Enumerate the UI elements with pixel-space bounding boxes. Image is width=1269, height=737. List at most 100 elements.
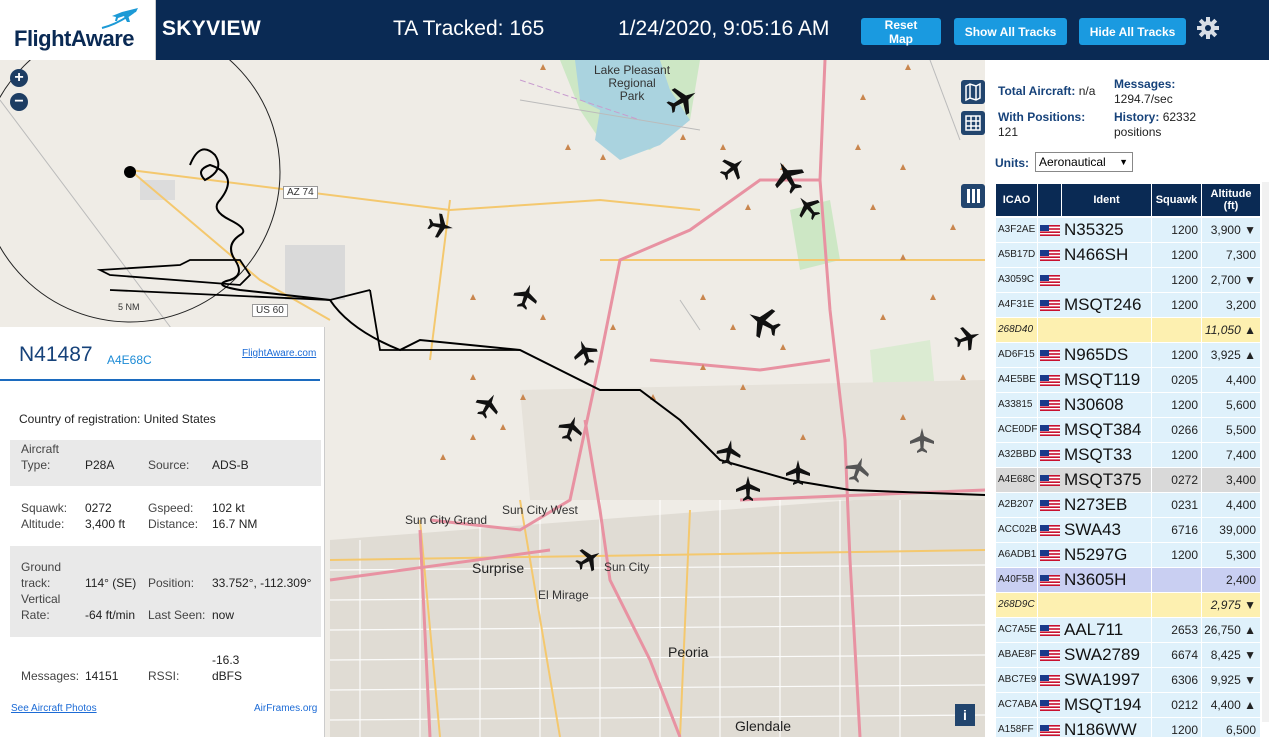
table-row[interactable]: A2B207 N273EB 0231 4,400 xyxy=(996,493,1261,518)
aircraft-marker[interactable] xyxy=(426,211,455,240)
aircraft-marker[interactable] xyxy=(715,151,750,186)
logo-text: FlightAware xyxy=(14,26,135,51)
col-squawk[interactable]: Squawk xyxy=(1152,184,1202,216)
table-row[interactable]: A6ADB1 N5297G 1200 5,300 xyxy=(996,543,1261,568)
zoom-out-button[interactable]: − xyxy=(10,93,28,111)
table-scrollbar[interactable] xyxy=(1262,182,1269,722)
aircraft-marker[interactable] xyxy=(910,428,934,453)
cell-altitude: 5,300 xyxy=(1202,543,1261,567)
aircraft-marker[interactable] xyxy=(571,542,606,576)
table-row[interactable]: A32BBD MSQT33 1200 7,400 xyxy=(996,443,1261,468)
table-row[interactable]: A40F5B N3605H 2,400 xyxy=(996,568,1261,593)
cell-ident: N5297G xyxy=(1038,543,1152,567)
cell-ident: MSQT375 xyxy=(1038,468,1152,492)
cell-ident: N965DS xyxy=(1038,343,1152,367)
total-aircraft-label: Total Aircraft: xyxy=(998,84,1076,98)
us-flag-icon xyxy=(1040,250,1060,261)
table-row[interactable]: A158FF N186WW 1200 6,500 xyxy=(996,718,1261,737)
table-row[interactable]: ACE0DF MSQT384 0266 5,500 xyxy=(996,418,1261,443)
position-label: Position: xyxy=(148,576,195,590)
see-aircraft-photos-link[interactable]: See Aircraft Photos xyxy=(11,703,97,714)
positions-value: 121 xyxy=(998,125,1019,139)
cell-altitude: 3,400 xyxy=(1202,468,1261,492)
table-row[interactable]: ABC7E9 SWA1997 6306 9,925 ▼ xyxy=(996,668,1261,693)
cell-squawk: 2653 xyxy=(1152,618,1202,642)
vrate-label-line2: Rate: xyxy=(21,608,50,622)
table-row[interactable]: 268D9C 2,975 ▼ xyxy=(996,593,1261,618)
aircraft-marker[interactable] xyxy=(510,280,542,313)
ident-text: MSQT194 xyxy=(1064,695,1142,714)
aircraft-marker[interactable] xyxy=(842,453,874,486)
squawk-value: 0272 xyxy=(85,501,112,515)
table-row[interactable]: AD6F15 N965DS 1200 3,925 ▲ xyxy=(996,343,1261,368)
table-row[interactable]: ACC02B SWA43 6716 39,000 xyxy=(996,518,1261,543)
show-all-tracks-button[interactable]: Show All Tracks xyxy=(954,18,1067,45)
table-row[interactable]: A33815 N30608 1200 5,600 xyxy=(996,393,1261,418)
cell-icao: A4E68C xyxy=(996,468,1038,492)
zoom-in-button[interactable]: + xyxy=(10,69,28,87)
aircraft-list-panel: Total Aircraft: n/a Messages: 1294.7/sec… xyxy=(985,60,1269,737)
columns-icon xyxy=(967,189,980,203)
table-row[interactable]: A5B17D N466SH 1200 7,300 xyxy=(996,243,1261,268)
aircraft-marker[interactable] xyxy=(714,438,743,467)
hide-all-tracks-button[interactable]: Hide All Tracks xyxy=(1079,18,1186,45)
aircraft-marker[interactable] xyxy=(569,336,601,369)
col-ident[interactable]: Ident xyxy=(1062,184,1152,216)
table-row[interactable]: A3F2AE N35325 1200 3,900 ▼ xyxy=(996,218,1261,243)
cell-icao: A6ADB1 xyxy=(996,543,1038,567)
altitude-value: 3,400 ft xyxy=(85,517,126,531)
cell-altitude: 3,900 ▼ xyxy=(1202,218,1261,242)
position-value: 33.752°, -112.309° xyxy=(212,576,312,590)
aircraft-marker[interactable] xyxy=(471,388,505,423)
table-row[interactable]: A4E5BE MSQT119 0205 4,400 xyxy=(996,368,1261,393)
cell-ident: SWA43 xyxy=(1038,518,1152,542)
map-info-button[interactable]: i xyxy=(955,704,975,726)
messages-label: Messages: xyxy=(21,669,80,683)
us-flag-icon xyxy=(1040,225,1060,236)
track-value: 114° (SE) xyxy=(85,576,137,590)
columns-toggle-button[interactable] xyxy=(961,184,985,208)
aircraft-marker[interactable] xyxy=(741,300,786,344)
grid-overlay-button[interactable] xyxy=(961,111,985,135)
table-row[interactable]: ABAE8F SWA2789 6674 8,425 ▼ xyxy=(996,643,1261,668)
units-select[interactable]: Aeronautical ▼ xyxy=(1035,152,1133,172)
aircraft-marker[interactable] xyxy=(786,460,810,485)
airframes-link[interactable]: AirFrames.org xyxy=(254,703,317,714)
ident-text: SWA43 xyxy=(1064,520,1122,539)
aircraft-marker[interactable] xyxy=(736,476,760,501)
flightaware-link[interactable]: FlightAware.com xyxy=(242,348,316,359)
table-row[interactable]: 268D40 11,050 ▲ xyxy=(996,318,1261,343)
col-icao[interactable]: ICAO xyxy=(996,184,1038,216)
map-icon xyxy=(965,82,981,102)
top-bar: FlightAware SKYVIEW TA Tracked: 165 1/24… xyxy=(0,0,1269,60)
aircraft-marker[interactable] xyxy=(766,154,810,199)
source-value: ADS-B xyxy=(212,458,249,472)
table-row[interactable]: A4F31E MSQT246 1200 3,200 xyxy=(996,293,1261,318)
cell-ident: N186WW xyxy=(1038,718,1152,737)
table-row[interactable]: AC7ABA MSQT194 0212 4,400 ▲ xyxy=(996,693,1261,718)
aircraft-marker[interactable] xyxy=(662,80,703,121)
aircraft-marker[interactable] xyxy=(555,412,587,445)
table-row[interactable]: AC7A5E AAL711 2653 26,750 ▲ xyxy=(996,618,1261,643)
cell-altitude: 5,600 xyxy=(1202,393,1261,417)
map-layers-button[interactable] xyxy=(961,80,985,104)
cell-ident: N273EB xyxy=(1038,493,1152,517)
cell-altitude: 9,925 ▼ xyxy=(1202,668,1261,692)
flightaware-logo[interactable]: FlightAware xyxy=(0,0,156,60)
track-label-line2: track: xyxy=(21,576,51,590)
table-row[interactable]: A3059C 1200 2,700 ▼ xyxy=(996,268,1261,293)
ident-text: N35325 xyxy=(1064,220,1124,239)
aircraft-marker[interactable] xyxy=(791,190,826,225)
cell-altitude: 2,400 xyxy=(1202,568,1261,592)
cell-ident: MSQT246 xyxy=(1038,293,1152,317)
us-flag-icon xyxy=(1040,425,1060,436)
ident-text: MSQT246 xyxy=(1064,295,1142,314)
col-altitude[interactable]: Altitude (ft) xyxy=(1202,184,1261,216)
reset-map-button[interactable]: Reset Map xyxy=(861,18,941,46)
table-row[interactable]: A4E68C MSQT375 0272 3,400 xyxy=(996,468,1261,493)
gear-icon[interactable] xyxy=(1196,16,1220,40)
messages-stat: Messages: 1294.7/sec xyxy=(1114,77,1175,107)
col-flag[interactable] xyxy=(1038,184,1062,216)
aircraft-marker[interactable] xyxy=(951,322,984,354)
country-of-registration: Country of registration: United States xyxy=(19,412,216,426)
